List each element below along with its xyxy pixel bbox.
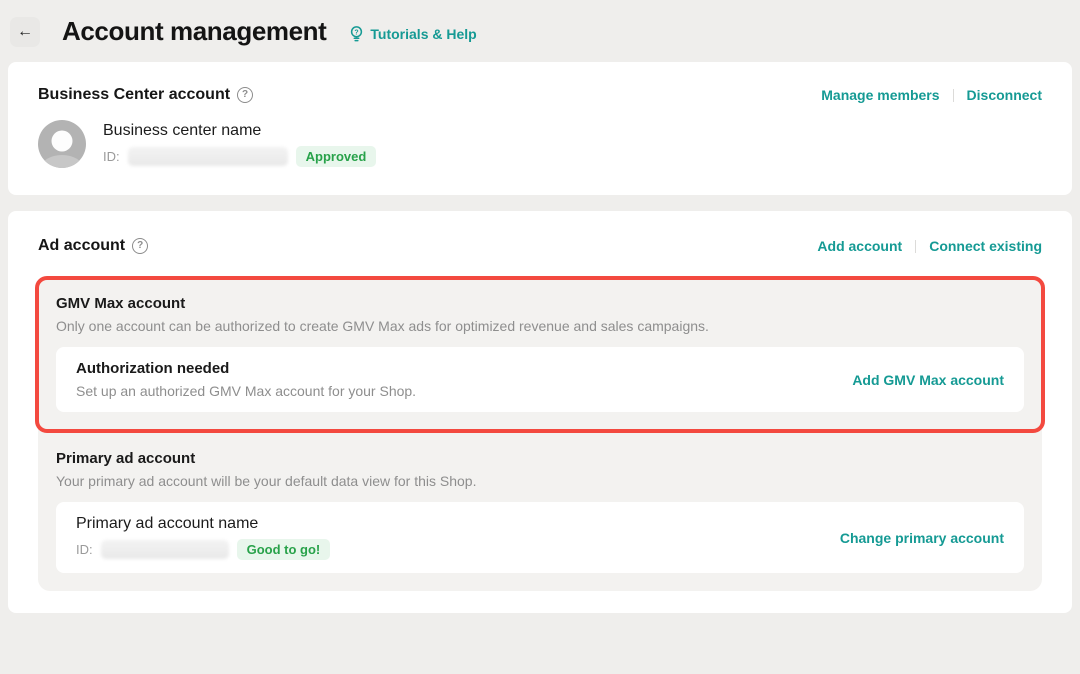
gmv-authorization-card: Authorization needed Set up an authorize… <box>56 347 1024 412</box>
business-center-heading: Business Center account <box>38 86 230 104</box>
id-label: ID: <box>103 149 120 164</box>
add-gmv-max-account-link[interactable]: Add GMV Max account <box>852 372 1004 388</box>
avatar-head-shape <box>52 131 73 152</box>
business-center-name: Business center name <box>103 122 261 140</box>
link-divider <box>915 240 916 253</box>
primary-ad-account-name-label: Primary ad account name <box>76 515 258 532</box>
primary-ad-account-card: Primary ad account name ID: Good to go! … <box>56 502 1024 573</box>
disconnect-link[interactable]: Disconnect <box>967 87 1042 103</box>
redacted-id <box>128 147 288 166</box>
authorization-needed-title: Authorization needed <box>76 360 416 377</box>
add-account-link[interactable]: Add account <box>817 238 902 254</box>
gmv-max-title: GMV Max account <box>56 295 1024 312</box>
ad-account-card: Ad account ? Add account Connect existin… <box>8 211 1072 613</box>
manage-members-link[interactable]: Manage members <box>821 87 939 103</box>
business-center-account-row: Business center name ID: Approved <box>38 120 1042 168</box>
page-header: ← Account management ? Tutorials & Help <box>0 0 1080 52</box>
tutorials-help-label: Tutorials & Help <box>370 26 476 42</box>
link-divider <box>953 89 954 102</box>
status-badge-good-to-go: Good to go! <box>237 539 331 560</box>
help-icon[interactable]: ? <box>132 238 148 254</box>
status-badge-approved: Approved <box>296 146 377 167</box>
connect-existing-link[interactable]: Connect existing <box>929 238 1042 254</box>
primary-ad-account-section: Primary ad account Your primary ad accou… <box>38 426 1042 591</box>
ad-account-heading: Ad account <box>38 237 125 255</box>
page-title: Account management <box>62 16 326 47</box>
change-primary-account-link[interactable]: Change primary account <box>840 530 1004 546</box>
back-button[interactable]: ← <box>10 17 40 47</box>
avatar-body-shape <box>41 155 83 168</box>
help-glyph: ? <box>137 241 143 251</box>
help-glyph: ? <box>242 90 248 100</box>
primary-ad-account-title: Primary ad account <box>56 450 1024 467</box>
help-icon[interactable]: ? <box>237 87 253 103</box>
business-center-name-label: Business center name <box>103 122 261 139</box>
redacted-id <box>101 540 229 559</box>
gmv-max-description: Only one account can be authorized to cr… <box>56 318 1024 334</box>
back-arrow-icon: ← <box>17 23 33 41</box>
business-center-card: Business Center account ? Manage members… <box>8 62 1072 195</box>
primary-ad-account-description: Your primary ad account will be your def… <box>56 473 1024 489</box>
tutorials-help-link[interactable]: ? Tutorials & Help <box>348 25 476 42</box>
svg-text:?: ? <box>355 29 359 36</box>
gmv-max-section: GMV Max account Only one account can be … <box>38 279 1042 426</box>
lightbulb-question-icon: ? <box>348 25 365 42</box>
id-label: ID: <box>76 542 93 557</box>
account-management-page: ← Account management ? Tutorials & Help … <box>0 0 1080 674</box>
avatar <box>38 120 86 168</box>
ad-account-sections: GMV Max account Only one account can be … <box>38 279 1042 591</box>
primary-ad-account-name: Primary ad account name <box>76 515 258 533</box>
authorization-needed-description: Set up an authorized GMV Max account for… <box>76 383 416 399</box>
